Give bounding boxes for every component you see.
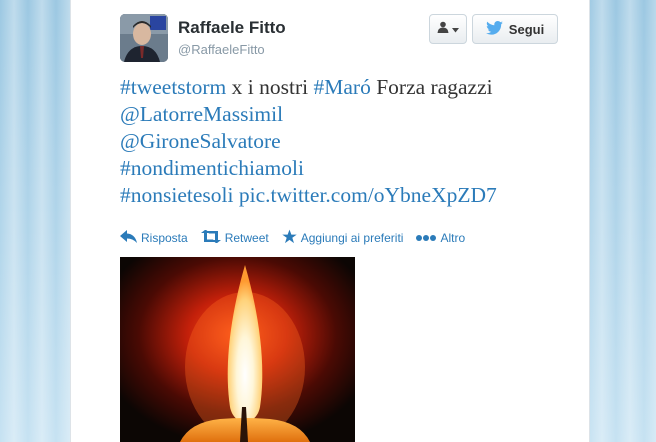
tweet-line-5: #nonsietesoli pic.twitter.com/oYbneXpZD7 [120,182,580,209]
hashtag-maro[interactable]: #Maró [314,75,371,99]
tweet-card: Raffaele Fitto @RaffaeleFitto Segui #twe… [70,0,590,442]
tweet-actions: Risposta Retweet Aggiungi ai preferiti A… [120,228,478,248]
reply-arrow-icon [120,230,137,246]
hashtag-tweetstorm[interactable]: #tweetstorm [120,75,226,99]
favorite-label: Aggiungi ai preferiti [300,231,404,245]
user-actions-dropdown[interactable] [429,14,467,44]
caret-down-icon [452,20,459,38]
ellipsis-icon [416,231,437,245]
pic-link[interactable]: pic.twitter.com/oYbneXpZD7 [233,183,497,207]
tweet-text: #tweetstorm x i nostri #Maró Forza ragaz… [120,74,580,209]
twitter-bird-icon [485,20,503,38]
retweet-action[interactable]: Retweet [200,229,269,246]
user-handle[interactable]: @RaffaeleFitto [178,42,265,57]
reply-label: Risposta [141,231,188,245]
retweet-label: Retweet [224,231,269,245]
retweet-icon [200,229,221,246]
mention-girone[interactable]: @GironeSalvatore [120,128,580,155]
tweet-line-1: #tweetstorm x i nostri #Maró Forza ragaz… [120,74,580,101]
more-action[interactable]: Altro [416,231,465,245]
reply-action[interactable]: Risposta [120,230,188,246]
hashtag-nonsietesoli[interactable]: #nonsietesoli [120,183,233,207]
more-label: Altro [440,231,466,245]
follow-button-label: Segui [508,21,545,37]
mention-latorre[interactable]: @LatorreMassimil [120,101,580,128]
tweet-photo-candle[interactable] [120,257,355,442]
hashtag-nondimentichiamoli[interactable]: #nondimentichiamoli [120,155,580,182]
avatar[interactable] [120,14,168,62]
tweet-text-segment: Forza ragazzi [370,75,493,99]
tweet-text-segment: x i nostri [226,75,314,99]
follow-button[interactable]: Segui [472,14,558,44]
user-dropdown-icon [437,20,449,38]
favorite-action[interactable]: Aggiungi ai preferiti [282,229,404,247]
user-name[interactable]: Raffaele Fitto [178,18,286,38]
star-icon [282,229,297,247]
